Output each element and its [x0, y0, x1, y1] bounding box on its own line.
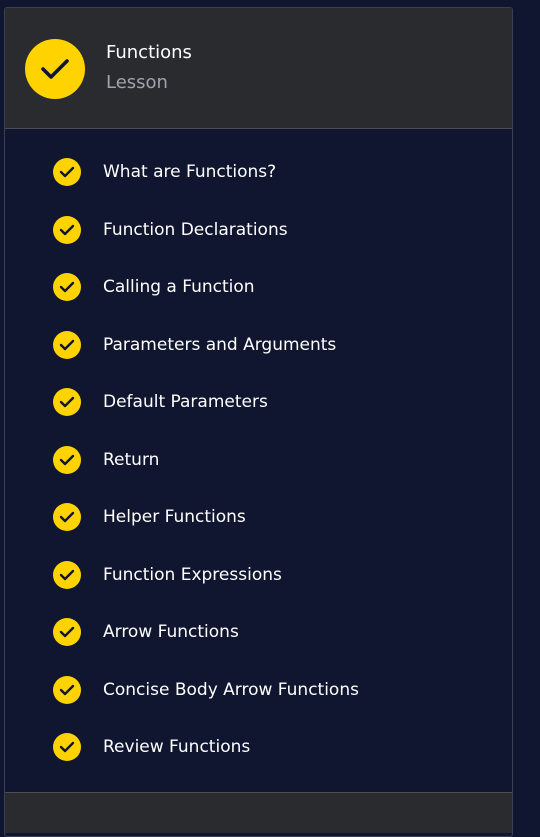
- check-icon: [59, 166, 75, 178]
- lesson-item-label: Default Parameters: [103, 392, 268, 412]
- lesson-item-what-are-functions[interactable]: What are Functions?: [53, 155, 276, 189]
- lesson-item-parameters-and-arguments[interactable]: Parameters and Arguments: [53, 328, 336, 362]
- lesson-item-label: Review Functions: [103, 737, 251, 757]
- lesson-item-label: What are Functions?: [103, 162, 277, 182]
- lesson-item-calling-a-function[interactable]: Calling a Function: [53, 270, 255, 304]
- lesson-title: Functions: [106, 42, 192, 63]
- completed-check-badge: [53, 331, 81, 359]
- lesson-item-label: Helper Functions: [103, 507, 246, 527]
- completed-check-badge: [53, 618, 81, 646]
- lesson-item-return[interactable]: Return: [53, 443, 159, 477]
- check-icon: [59, 281, 75, 293]
- check-icon: [59, 339, 75, 351]
- check-icon: [59, 224, 75, 236]
- lesson-item-label: Concise Body Arrow Functions: [103, 680, 359, 700]
- completed-check-badge: [53, 388, 81, 416]
- completed-check-badge: [53, 158, 81, 186]
- completed-check-badge: [53, 676, 81, 704]
- lesson-item-default-parameters[interactable]: Default Parameters: [53, 385, 268, 419]
- next-lesson-header-edge[interactable]: [5, 792, 512, 833]
- lesson-item-helper-functions[interactable]: Helper Functions: [53, 500, 246, 534]
- lesson-item-review-functions[interactable]: Review Functions: [53, 730, 250, 764]
- check-icon: [59, 396, 75, 408]
- check-icon: [59, 626, 75, 638]
- lesson-complete-badge: [25, 39, 85, 99]
- lesson-panel: Functions Lesson What are Functions? Fun…: [4, 7, 513, 837]
- lesson-item-function-declarations[interactable]: Function Declarations: [53, 213, 288, 247]
- check-icon: [59, 684, 75, 696]
- completed-check-badge: [53, 503, 81, 531]
- lesson-item-label: Parameters and Arguments: [103, 335, 337, 355]
- lesson-item-concise-body-arrow-functions[interactable]: Concise Body Arrow Functions: [53, 673, 359, 707]
- lesson-item-label: Calling a Function: [103, 277, 255, 297]
- check-icon: [59, 454, 75, 466]
- completed-check-badge: [53, 561, 81, 589]
- lesson-item-label: Function Declarations: [103, 220, 288, 240]
- lesson-item-label: Return: [103, 450, 160, 470]
- lesson-item-label: Arrow Functions: [103, 622, 239, 642]
- completed-check-badge: [53, 446, 81, 474]
- lesson-item-label: Function Expressions: [103, 565, 282, 585]
- check-icon: [41, 59, 69, 79]
- check-icon: [59, 569, 75, 581]
- lesson-header[interactable]: Functions Lesson: [5, 8, 512, 129]
- lesson-item-arrow-functions[interactable]: Arrow Functions: [53, 615, 239, 649]
- check-icon: [59, 511, 75, 523]
- completed-check-badge: [53, 273, 81, 301]
- completed-check-badge: [53, 733, 81, 761]
- completed-check-badge: [53, 216, 81, 244]
- lesson-subtitle: Lesson: [106, 72, 168, 93]
- check-icon: [59, 741, 75, 753]
- lesson-item-function-expressions[interactable]: Function Expressions: [53, 558, 282, 592]
- page-background-edge: [513, 0, 540, 807]
